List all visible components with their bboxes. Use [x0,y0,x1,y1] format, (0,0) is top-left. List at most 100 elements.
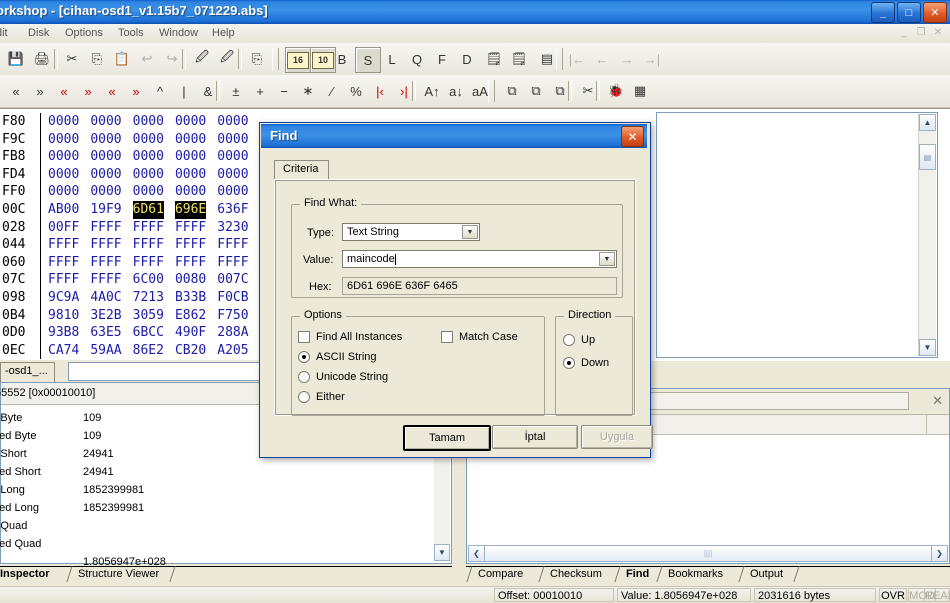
hex-row[interactable]: 044FFFFFFFFFFFFFFFFFFFF [0,236,260,254]
menu-item-window[interactable]: Window [159,27,198,39]
results-close-icon[interactable]: ✕ [932,393,943,409]
hscroll-left-button[interactable]: ❮ [468,545,485,562]
hex-cell[interactable]: 0000 [175,113,206,131]
unicode-string-radio[interactable] [298,371,310,383]
type-double-button[interactable]: D [455,47,479,71]
hex-cell[interactable]: FFFF [175,236,206,254]
nav-first-icon[interactable]: |← [565,47,589,71]
tab-checksum[interactable]: Checksum [550,566,618,582]
nav-last-icon[interactable]: →| [640,47,664,71]
hex-cell[interactable]: 0000 [90,113,121,131]
value-input[interactable]: maincode [343,253,395,265]
type-quad-button[interactable]: Q [405,47,429,71]
goto-icon[interactable]: ⎘ [245,47,269,71]
cancel-button[interactable]: İptal [492,425,578,449]
ok-button[interactable]: Tamam [403,425,491,451]
document-tab[interactable]: -osd1_... [0,362,55,382]
hex-cell[interactable]: FFFF [90,271,121,289]
type-float-button[interactable]: F [430,47,454,71]
hex-cell[interactable]: 0000 [48,166,79,184]
type-long-button[interactable]: L [380,47,404,71]
paste-icon[interactable]: 📋 [110,47,134,71]
hex-cell[interactable]: FFFF [175,219,206,237]
scroll-thumb[interactable]: ▤ [919,144,936,170]
hex-cell[interactable]: 0000 [217,183,248,201]
undo-icon[interactable]: ↩ [135,47,159,71]
results-horizontal-scrollbar[interactable]: ❮ |||| ❯ [468,545,948,562]
hex-cell[interactable]: 0000 [175,183,206,201]
hex-cell[interactable]: 0000 [217,131,248,149]
hscroll-thumb[interactable]: |||| [485,545,931,562]
hex-cell[interactable]: CB20 [175,342,206,360]
hex-cell[interactable]: 0000 [217,113,248,131]
upper-case-icon[interactable]: A↑ [420,79,444,103]
hex-cell[interactable]: 0000 [133,113,164,131]
either-radio[interactable] [298,391,310,403]
hscroll-right-button[interactable]: ❯ [931,545,948,562]
hex-cell[interactable]: FFFF [48,236,79,254]
hex-row[interactable]: 0ECCA7459AA86E2CB20A205 [0,342,260,360]
direction-down-radio[interactable] [563,357,575,369]
direction-down-label[interactable]: Down [581,357,609,369]
hex-cell[interactable]: 0000 [175,166,206,184]
modulo-icon[interactable]: % [344,79,368,103]
scroll-up-button[interactable]: ▲ [919,114,936,131]
hex-cell[interactable]: 86E2 [133,342,164,360]
subtract-icon[interactable]: − [272,79,296,103]
hex-cell[interactable]: 0000 [48,148,79,166]
compare-icon[interactable]: ⧉ [500,79,524,103]
menu-item-help[interactable]: Help [212,27,235,39]
hex-cell[interactable]: 3E2B [90,307,121,325]
hex-cell[interactable]: 59AA [90,342,121,360]
direction-up-radio[interactable] [563,334,575,346]
hex-cell[interactable]: B33B [175,289,206,307]
hex-cell[interactable]: F750 [217,307,248,325]
split-icon[interactable]: ⧉ [524,79,548,103]
add-icon[interactable]: + [248,79,272,103]
hex-cell[interactable]: FFFF [90,219,121,237]
hex-grid[interactable]: F8000000000000000000000F9C00000000000000… [0,113,260,359]
hex-cell[interactable]: 0000 [175,131,206,149]
menu-item-edit[interactable]: dit [0,27,8,39]
hex-cell[interactable]: 0000 [48,131,79,149]
negate-icon[interactable]: ± [224,79,248,103]
maximize-button[interactable]: □ [897,2,921,23]
hex-cell[interactable]: 490F [175,324,206,342]
hex-cell[interactable]: FFFF [217,254,248,272]
hex-cell[interactable]: AB00 [48,201,79,219]
hex-cell[interactable]: 636F [217,201,248,219]
hex-cell[interactable]: 3230 [217,219,248,237]
find-icon[interactable]: 🖉 [190,47,214,71]
hex-row[interactable]: FB800000000000000000000 [0,148,260,166]
hex-cell[interactable]: FFFF [133,219,164,237]
hex-cell[interactable]: FFFF [90,236,121,254]
rotate-right-icon[interactable]: » [76,79,100,103]
hex-cell[interactable]: 0000 [90,166,121,184]
hex-cell[interactable]: 9C9A [48,289,79,307]
hex-cell[interactable]: 0000 [217,166,248,184]
hex-cell[interactable]: FFFF [48,271,79,289]
value-combobox[interactable]: maincode ▼ [342,250,617,268]
chevron-down-icon[interactable]: ▼ [462,225,478,239]
radix-16-button[interactable]: 16 [285,47,311,73]
type-byte-button[interactable]: B [330,47,354,71]
replace-icon[interactable]: 🖉 [215,47,239,71]
minimize-button[interactable]: _ [871,2,895,23]
tab-criteria[interactable]: Criteria [274,160,329,180]
hex-cell[interactable]: 6C00 [133,271,164,289]
scroll-down-button[interactable]: ▼ [919,339,936,356]
hex-cell[interactable]: 93B8 [48,324,79,342]
select-begin-icon[interactable]: |‹ [368,79,392,103]
bug-icon[interactable]: 🐞 [604,79,628,103]
tab-compare[interactable]: Compare [478,566,540,582]
xor-icon[interactable]: ^ [148,79,172,103]
hex-cell[interactable]: 19F9 [90,201,121,219]
ascii-string-radio[interactable] [298,351,310,363]
hex-cell[interactable]: 0000 [133,183,164,201]
hex-row[interactable]: F9C00000000000000000000 [0,131,260,149]
rotate-left-icon[interactable]: « [52,79,76,103]
hex-cell[interactable]: 007C [217,271,248,289]
close-button[interactable]: ✕ [923,2,947,23]
hex-cell[interactable]: F0CB [217,289,248,307]
hex-cell[interactable]: 4A0C [90,289,121,307]
